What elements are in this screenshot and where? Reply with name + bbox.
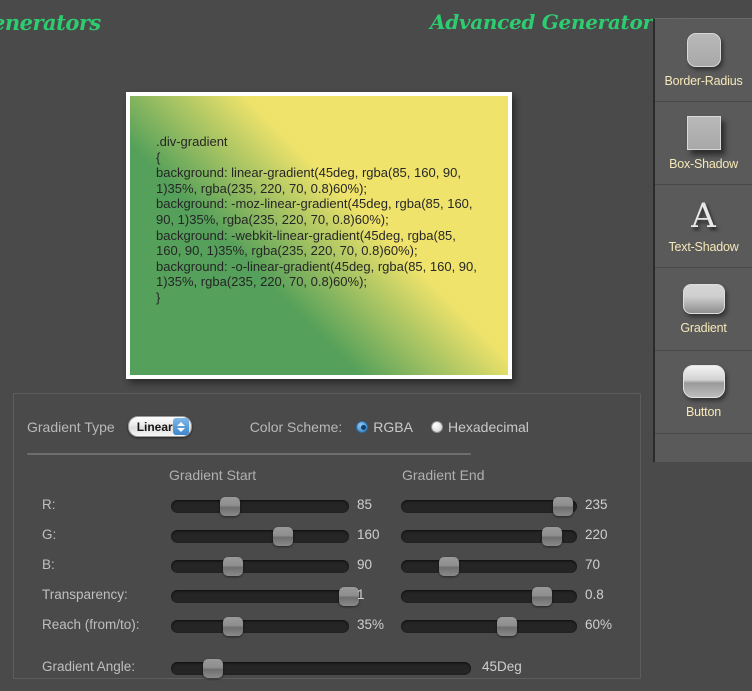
radio-rgba[interactable] bbox=[356, 420, 369, 433]
slider-thumb[interactable] bbox=[542, 527, 563, 546]
radio-hexadecimal[interactable] bbox=[430, 420, 443, 433]
slider-thumb[interactable] bbox=[438, 557, 459, 576]
sidebar-item-label: Box-Shadow bbox=[669, 156, 738, 171]
sidebar-item-button[interactable]: Button bbox=[655, 351, 752, 434]
generated-css-code: .div-gradient { background: linear-gradi… bbox=[156, 134, 477, 305]
slider-b-start-value: 90 bbox=[357, 557, 373, 572]
slider-thumb[interactable] bbox=[203, 659, 223, 678]
brand-logo-left: enerators bbox=[0, 10, 101, 35]
sidebar-item-label: Text-Shadow bbox=[668, 239, 739, 254]
chevron-down-icon bbox=[176, 427, 185, 432]
gradient-swatch-icon bbox=[682, 283, 725, 314]
gradient-preview-frame: .div-gradient { background: linear-gradi… bbox=[126, 92, 512, 379]
slider-thumb[interactable] bbox=[496, 617, 517, 636]
slider-b-end[interactable] bbox=[401, 557, 577, 576]
slider-g-start[interactable] bbox=[171, 527, 349, 546]
letter-a-icon: A bbox=[691, 195, 716, 236]
slider-reach-start[interactable] bbox=[171, 617, 349, 636]
slider-thumb[interactable] bbox=[223, 557, 244, 576]
slider-transparency-start-value: 1 bbox=[357, 587, 365, 602]
slider-r-end[interactable] bbox=[401, 497, 577, 516]
radio-rgba-label[interactable]: RGBA bbox=[373, 419, 413, 435]
color-scheme-label: Color Scheme: bbox=[249, 418, 343, 435]
sidebar-item-label: Gradient bbox=[680, 320, 727, 335]
slider-g-start-value: 160 bbox=[357, 527, 380, 542]
sidebar-item-border-radius[interactable]: Border-Radius bbox=[655, 19, 752, 102]
row-label: B: bbox=[42, 557, 55, 572]
sidebar-item-label: Button bbox=[686, 405, 721, 419]
sidebar: Border-Radius Box-Shadow A Text-Shadow G… bbox=[653, 18, 752, 462]
slider-reach-end-value: 60% bbox=[585, 617, 613, 632]
slider-r-start[interactable] bbox=[171, 497, 349, 516]
sidebar-item-text-shadow[interactable]: A Text-Shadow bbox=[655, 185, 752, 268]
row-label: Gradient Angle: bbox=[42, 659, 136, 674]
slider-thumb[interactable] bbox=[531, 587, 552, 606]
stepper-arrows-icon[interactable] bbox=[172, 418, 189, 435]
gradient-end-header: Gradient End bbox=[402, 467, 485, 483]
slider-row-g: G: 160 220 bbox=[14, 523, 640, 549]
slider-row-reach: Reach (from/to): 35% 60% bbox=[14, 613, 640, 639]
slider-row-transparency: Transparency: 1 0.8 bbox=[14, 583, 640, 609]
slider-gradient-angle-value: 45Deg bbox=[482, 659, 522, 674]
rounded-square-icon bbox=[686, 32, 721, 67]
slider-g-end[interactable] bbox=[401, 527, 577, 546]
gradient-type-value: Linear bbox=[136, 419, 173, 434]
sidebar-item-label: Border-Radius bbox=[664, 73, 743, 88]
slider-transparency-start[interactable] bbox=[171, 587, 359, 606]
slider-thumb[interactable] bbox=[223, 617, 244, 636]
glossy-button-icon bbox=[682, 365, 725, 398]
row-label: R: bbox=[42, 497, 56, 512]
slider-thumb[interactable] bbox=[219, 497, 240, 516]
slider-g-end-value: 220 bbox=[585, 527, 608, 542]
row-label: Transparency: bbox=[42, 587, 128, 602]
panel-top-row: Gradient Type Linear Color Scheme: RGBA … bbox=[14, 394, 640, 437]
panel-divider bbox=[27, 453, 471, 455]
sidebar-item-box-shadow[interactable]: Box-Shadow bbox=[655, 102, 752, 185]
slider-reach-end[interactable] bbox=[401, 617, 577, 636]
slider-b-start[interactable] bbox=[171, 557, 349, 576]
sidebar-filler bbox=[655, 434, 752, 482]
gradient-preview: .div-gradient { background: linear-gradi… bbox=[130, 96, 508, 375]
radio-hexadecimal-label[interactable]: Hexadecimal bbox=[448, 419, 529, 435]
slider-thumb[interactable] bbox=[273, 527, 294, 546]
slider-transparency-end-value: 0.8 bbox=[585, 587, 604, 602]
slider-row-gradient-angle: Gradient Angle: 45Deg bbox=[14, 655, 640, 681]
slider-r-start-value: 85 bbox=[357, 497, 373, 512]
color-scheme-group: Color Scheme: RGBA Hexadecimal bbox=[250, 419, 547, 435]
page-header: enerators Advanced Generators→ bbox=[0, 0, 752, 46]
slider-gradient-angle[interactable] bbox=[171, 659, 471, 678]
slider-row-r: R: 85 235 bbox=[14, 493, 640, 519]
slider-transparency-end[interactable] bbox=[401, 587, 577, 606]
row-label: Reach (from/to): bbox=[42, 617, 140, 632]
gradient-start-header: Gradient Start bbox=[169, 467, 257, 483]
shadowed-square-icon bbox=[686, 115, 721, 150]
gradient-type-label: Gradient Type bbox=[27, 418, 115, 435]
slider-thumb[interactable] bbox=[552, 497, 573, 516]
slider-reach-start-value: 35% bbox=[357, 617, 385, 632]
chevron-up-icon bbox=[176, 421, 185, 426]
slider-thumb[interactable] bbox=[339, 587, 359, 606]
sidebar-item-gradient[interactable]: Gradient bbox=[655, 268, 752, 351]
slider-r-end-value: 235 bbox=[585, 497, 608, 512]
slider-row-b: B: 90 70 bbox=[14, 553, 640, 579]
gradient-type-select[interactable]: Linear bbox=[127, 416, 192, 437]
advanced-generators-label: Advanced Generators bbox=[430, 10, 664, 34]
row-label: G: bbox=[42, 527, 57, 542]
color-scheme-radios: RGBA Hexadecimal bbox=[356, 419, 547, 435]
slider-column-headers: Gradient Start Gradient End bbox=[14, 467, 640, 489]
advanced-generators-link[interactable]: Advanced Generators→ bbox=[430, 10, 685, 35]
controls-panel: Gradient Type Linear Color Scheme: RGBA … bbox=[13, 393, 641, 679]
slider-b-end-value: 70 bbox=[585, 557, 601, 572]
